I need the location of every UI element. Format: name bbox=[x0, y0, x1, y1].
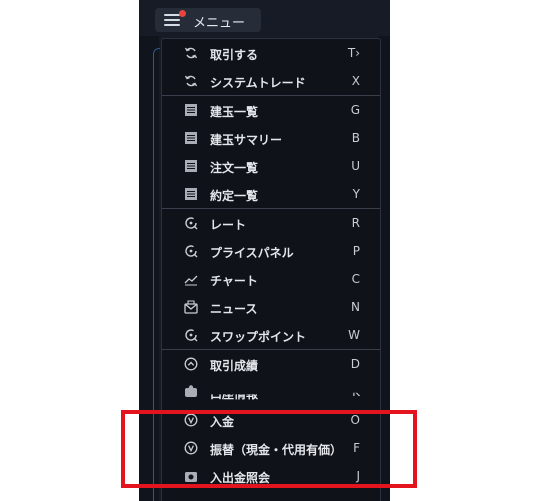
menu-item-label: 口座情報 bbox=[210, 387, 259, 401]
menu-item-rate[interactable]: レート R bbox=[162, 209, 380, 237]
notification-dot bbox=[179, 10, 186, 17]
menu-item-executions[interactable]: 約定一覧 Y bbox=[162, 180, 380, 208]
menu-item-account-info[interactable]: 口座情報 K bbox=[162, 378, 380, 406]
menu-item-label: 取引成績 bbox=[210, 359, 259, 373]
menu-item-label: ニュース bbox=[210, 302, 258, 316]
menu-item-position-summary[interactable]: 建玉サマリー B bbox=[162, 124, 380, 152]
list-icon bbox=[185, 188, 197, 200]
shortcut-key: G bbox=[350, 103, 360, 117]
refresh-icon bbox=[184, 47, 198, 59]
menu-item-positions[interactable]: 建玉一覧 G bbox=[162, 96, 380, 124]
rate-icon bbox=[185, 329, 198, 342]
rate-icon bbox=[185, 245, 198, 258]
shortcut-key: T› bbox=[347, 46, 360, 60]
menu-item-label: 注文一覧 bbox=[210, 161, 259, 175]
highlight-annotation-box bbox=[121, 410, 417, 488]
shortcut-key: W bbox=[348, 328, 360, 342]
menu-item-label: 取引する bbox=[210, 48, 259, 62]
rate-icon bbox=[185, 217, 198, 230]
menu-item-price-panel[interactable]: プライスパネル P bbox=[162, 237, 380, 265]
menu-item-label: システムトレード bbox=[210, 76, 306, 90]
chart-icon bbox=[184, 275, 198, 286]
hamburger-icon bbox=[164, 14, 180, 26]
menu-button-label: メニュー bbox=[193, 16, 246, 31]
shortcut-key: B bbox=[351, 131, 360, 145]
up-circle-icon bbox=[184, 357, 198, 371]
menu-item-orders[interactable]: 注文一覧 U bbox=[162, 152, 380, 180]
list-icon bbox=[185, 132, 197, 144]
menu-item-label: 建玉一覧 bbox=[210, 105, 259, 119]
menu-item-label: チャート bbox=[210, 274, 258, 288]
menu-item-system-trade[interactable]: システムトレード X bbox=[162, 67, 380, 95]
shortcut-key: R bbox=[351, 216, 360, 230]
menu-group-positions: 建玉一覧 G 建玉サマリー B 注文一覧 U 約定一覧 Y bbox=[162, 96, 380, 209]
shortcut-key: C bbox=[351, 272, 360, 286]
refresh-icon bbox=[184, 75, 198, 87]
shortcut-key: D bbox=[350, 357, 360, 371]
menu-item-label: 約定一覧 bbox=[210, 189, 259, 203]
list-icon bbox=[185, 104, 197, 116]
menu-group-market: レート R プライスパネル P チャート C ニュース N スワップポイント W bbox=[162, 209, 380, 350]
menu-item-label: プライスパネル bbox=[210, 246, 294, 260]
shortcut-key: K bbox=[352, 385, 360, 399]
menu-item-label: 建玉サマリー bbox=[210, 133, 283, 147]
account-icon bbox=[185, 385, 197, 397]
menu-button[interactable]: メニュー bbox=[155, 8, 261, 32]
menu-group-trade: 取引する T› システムトレード X bbox=[162, 39, 380, 96]
menu-item-label: レート bbox=[210, 218, 247, 232]
menu-item-chart[interactable]: チャート C bbox=[162, 265, 380, 293]
menu-item-news[interactable]: ニュース N bbox=[162, 293, 380, 321]
news-icon bbox=[184, 300, 198, 314]
shortcut-key: P bbox=[352, 244, 360, 258]
shortcut-key: N bbox=[351, 300, 360, 314]
shortcut-key: X bbox=[351, 74, 360, 88]
menu-item-label: スワップポイント bbox=[210, 330, 307, 344]
menu-item-trade-results[interactable]: 取引成績 D bbox=[162, 350, 380, 378]
menu-item-trade[interactable]: 取引する T› bbox=[162, 39, 380, 67]
list-icon bbox=[185, 160, 197, 172]
menu-item-swap-point[interactable]: スワップポイント W bbox=[162, 321, 380, 349]
shortcut-key: U bbox=[351, 159, 360, 173]
shortcut-key: Y bbox=[352, 187, 360, 201]
